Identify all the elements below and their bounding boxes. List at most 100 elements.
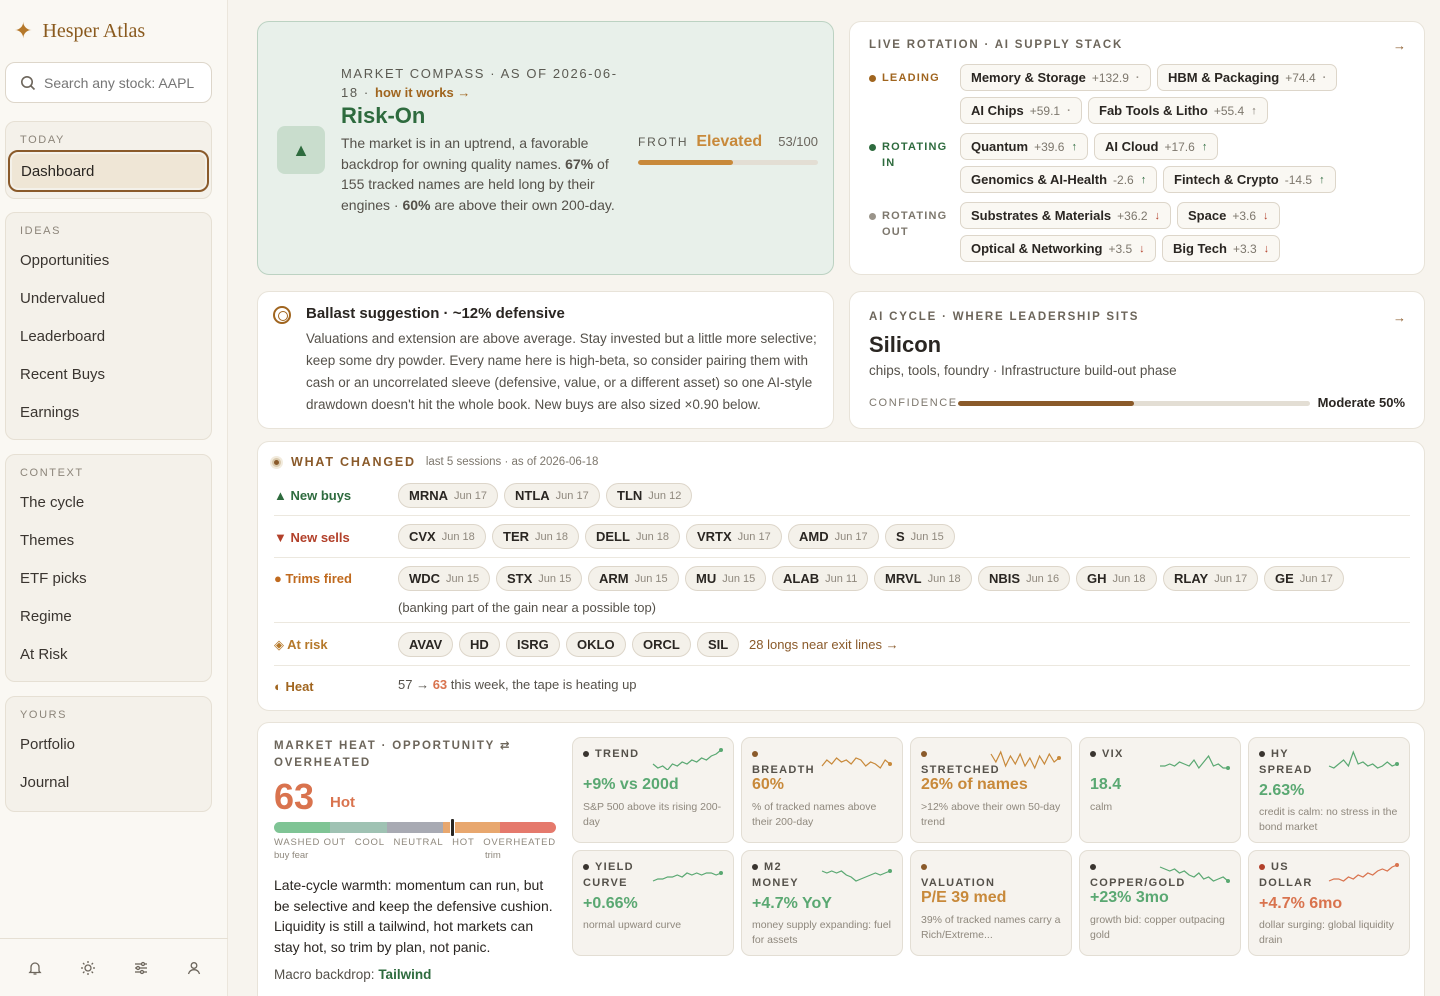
nav-item-portfolio[interactable]: Portfolio: [6, 725, 211, 763]
rotation-pill[interactable]: Big Tech +3.3 ↓: [1162, 235, 1281, 262]
heat-tile[interactable]: US DOLLAR +4.7% 6mo dollar surging: global…: [1248, 850, 1410, 956]
what-changed-card: WHAT CHANGED last 5 sessions · as of 202…: [257, 441, 1425, 711]
arrow-up-icon: ↑: [1201, 140, 1208, 153]
ticker-chip[interactable]: ORCL: [632, 632, 691, 657]
triangle-up-icon: ▲: [277, 126, 325, 174]
ticker-chip[interactable]: WDC Jun 15: [398, 566, 491, 591]
heat-tile[interactable]: VIX 18.4 calm: [1079, 737, 1241, 843]
ticker-chip[interactable]: GE Jun 17: [1264, 566, 1344, 591]
heat-score: 63: [274, 776, 315, 817]
ticker-chip[interactable]: VRTX Jun 17: [686, 524, 782, 549]
nav-item-etf-picks[interactable]: ETF picks: [6, 559, 211, 597]
ticker-chip[interactable]: MRNA Jun 17: [398, 483, 499, 508]
search-input[interactable]: [44, 74, 204, 91]
sidebar-footer: [0, 938, 228, 996]
rotation-pill[interactable]: Optical & Networking +3.5 ↓: [960, 235, 1156, 262]
compass-label-line2: 18: [341, 85, 359, 100]
heat-label: MARKET HEAT · OPPORTUNITY ⇄ OVERHEATED: [274, 740, 512, 769]
ticker-chip[interactable]: CVX Jun 18: [398, 524, 486, 549]
rotation-pill[interactable]: AI Cloud +17.6 ↑: [1094, 133, 1219, 160]
at-risk-link[interactable]: 28 longs near exit lines →: [749, 637, 899, 652]
rotation-pill[interactable]: Substrates & Materials +36.2 ↓: [960, 202, 1172, 229]
froth-meter: FROTH Elevated 53/100: [638, 133, 818, 165]
nav-item-dashboard[interactable]: Dashboard: [8, 150, 209, 192]
heat-tile[interactable]: TREND +9% vs 200d S&P 500 above its rising…: [572, 737, 734, 843]
ticker-chip[interactable]: OKLO: [566, 632, 626, 657]
ticker-chip[interactable]: STX Jun 15: [496, 566, 583, 591]
sliders-icon[interactable]: [133, 960, 149, 976]
nav-item-undervalued[interactable]: Undervalued: [6, 279, 211, 317]
nav-heading-today: TODAY: [20, 134, 65, 146]
compass-pct-above: 60%: [402, 196, 431, 213]
nav-item-opportunities[interactable]: Opportunities: [6, 241, 211, 279]
ticker-chip[interactable]: NBIS Jun 16: [978, 566, 1071, 591]
search-box[interactable]: [5, 62, 212, 103]
ticker-chip[interactable]: TLN Jun 12: [606, 483, 693, 508]
ticker-chip[interactable]: ARM Jun 15: [588, 566, 679, 591]
ticker-chip[interactable]: DELL Jun 18: [585, 524, 680, 549]
ticker-chip[interactable]: AMD Jun 17: [788, 524, 879, 549]
ticker-chip[interactable]: ISRG: [506, 632, 560, 657]
sparkle-icon: ✦: [14, 18, 33, 43]
nav-item-leaderboard[interactable]: Leaderboard: [6, 317, 211, 355]
rotation-pill[interactable]: Memory & Storage +132.9 ·: [960, 64, 1151, 91]
heat-tile[interactable]: YIELD CURVE +0.66% normal upward curve: [572, 850, 734, 956]
tile-description: money supply expanding: fuel for assets: [752, 919, 891, 946]
rotation-pill[interactable]: Fintech & Crypto -14.5 ↑: [1163, 166, 1336, 193]
heat-tile[interactable]: COPPER/GOLD +23% 3mo growth bid: copper ou…: [1079, 850, 1241, 956]
heat-gauge-needle: [449, 818, 455, 837]
ticker-chip[interactable]: SIL: [697, 632, 740, 657]
heat-tile[interactable]: BREADTH 60% % of tracked names above their…: [741, 737, 903, 843]
nav-item-earnings[interactable]: Earnings: [6, 393, 211, 431]
rotation-in-label: ROTATING IN: [869, 139, 947, 171]
brand-logo[interactable]: ✦ Hesper Atlas: [14, 18, 145, 44]
nav-item-at-risk[interactable]: At Risk: [6, 635, 211, 673]
sun-icon[interactable]: [80, 960, 96, 976]
nav-item-regime[interactable]: Regime: [6, 597, 211, 635]
nav-item-recent-buys[interactable]: Recent Buys: [6, 355, 211, 393]
ticker-chip[interactable]: GH Jun 18: [1076, 566, 1157, 591]
user-icon[interactable]: [186, 960, 202, 976]
ticker-chip[interactable]: NTLA Jun 17: [504, 483, 600, 508]
ticker-chip[interactable]: MRVL Jun 18: [874, 566, 972, 591]
tile-label: BREADTH: [752, 746, 822, 778]
rotation-pill[interactable]: HBM & Packaging +74.4 ·: [1157, 64, 1338, 91]
ticker-chip[interactable]: RLAY Jun 17: [1163, 566, 1259, 591]
heat-text: Late-cycle warmth: momentum can run, but…: [274, 877, 553, 955]
ticker-chip[interactable]: TER Jun 18: [492, 524, 580, 549]
ticker-chip[interactable]: HD: [459, 632, 500, 657]
rotation-pill[interactable]: Quantum +39.6 ↑: [960, 133, 1088, 160]
dot-icon: [1259, 751, 1265, 758]
heat-tile[interactable]: M2 MONEY +4.7% YoY money supply expanding:…: [741, 850, 903, 956]
ticker-chip[interactable]: ALAB Jun 11: [772, 566, 869, 591]
new-sells-label: ▼ New sells: [274, 530, 350, 545]
bell-icon[interactable]: [27, 960, 43, 976]
rotation-pill[interactable]: Space +3.6 ↓: [1177, 202, 1280, 229]
tile-label: US DOLLAR: [1259, 861, 1313, 889]
rotation-pill[interactable]: Genomics & AI-Health -2.6 ↑: [960, 166, 1158, 193]
dot-icon: [1090, 751, 1096, 758]
how-it-works-link[interactable]: how it works →: [375, 85, 470, 100]
sparkline: [1328, 750, 1399, 769]
tile-value: +9% vs 200d: [583, 776, 679, 793]
tile-value: P/E 39 med: [921, 889, 1007, 906]
sparkline: [1160, 754, 1230, 770]
tile-value: 26% of names: [921, 776, 1028, 793]
ticker-chip[interactable]: MU Jun 15: [685, 566, 767, 591]
heat-tile[interactable]: VALUATION P/E 39 med 39% of tracked names …: [910, 850, 1072, 956]
arrow-right-icon[interactable]: →: [1393, 310, 1406, 325]
compass-label: MARKET COMPASS · AS OF 2026-06- 18 · how…: [341, 66, 618, 100]
heat-tile[interactable]: STRETCHED 26% of names >12% above their ow…: [910, 737, 1072, 843]
rotation-leading-label: LEADING: [869, 70, 940, 86]
sparkline: [1159, 866, 1230, 883]
arrow-down-icon: ↓: [1263, 209, 1269, 222]
ticker-chip[interactable]: AVAV: [398, 632, 454, 657]
heat-tile[interactable]: HY SPREAD 2.63% credit is calm: no stress …: [1248, 737, 1410, 843]
nav-item-themes[interactable]: Themes: [6, 521, 211, 559]
nav-item-journal[interactable]: Journal: [6, 763, 211, 801]
nav-item-the-cycle[interactable]: The cycle: [6, 483, 211, 521]
ticker-chip[interactable]: S Jun 15: [885, 524, 955, 549]
rotation-pill[interactable]: AI Chips +59.1 ·: [960, 97, 1082, 124]
arrow-right-icon[interactable]: →: [1393, 38, 1406, 53]
rotation-pill[interactable]: Fab Tools & Litho +55.4 ↑: [1088, 97, 1268, 124]
